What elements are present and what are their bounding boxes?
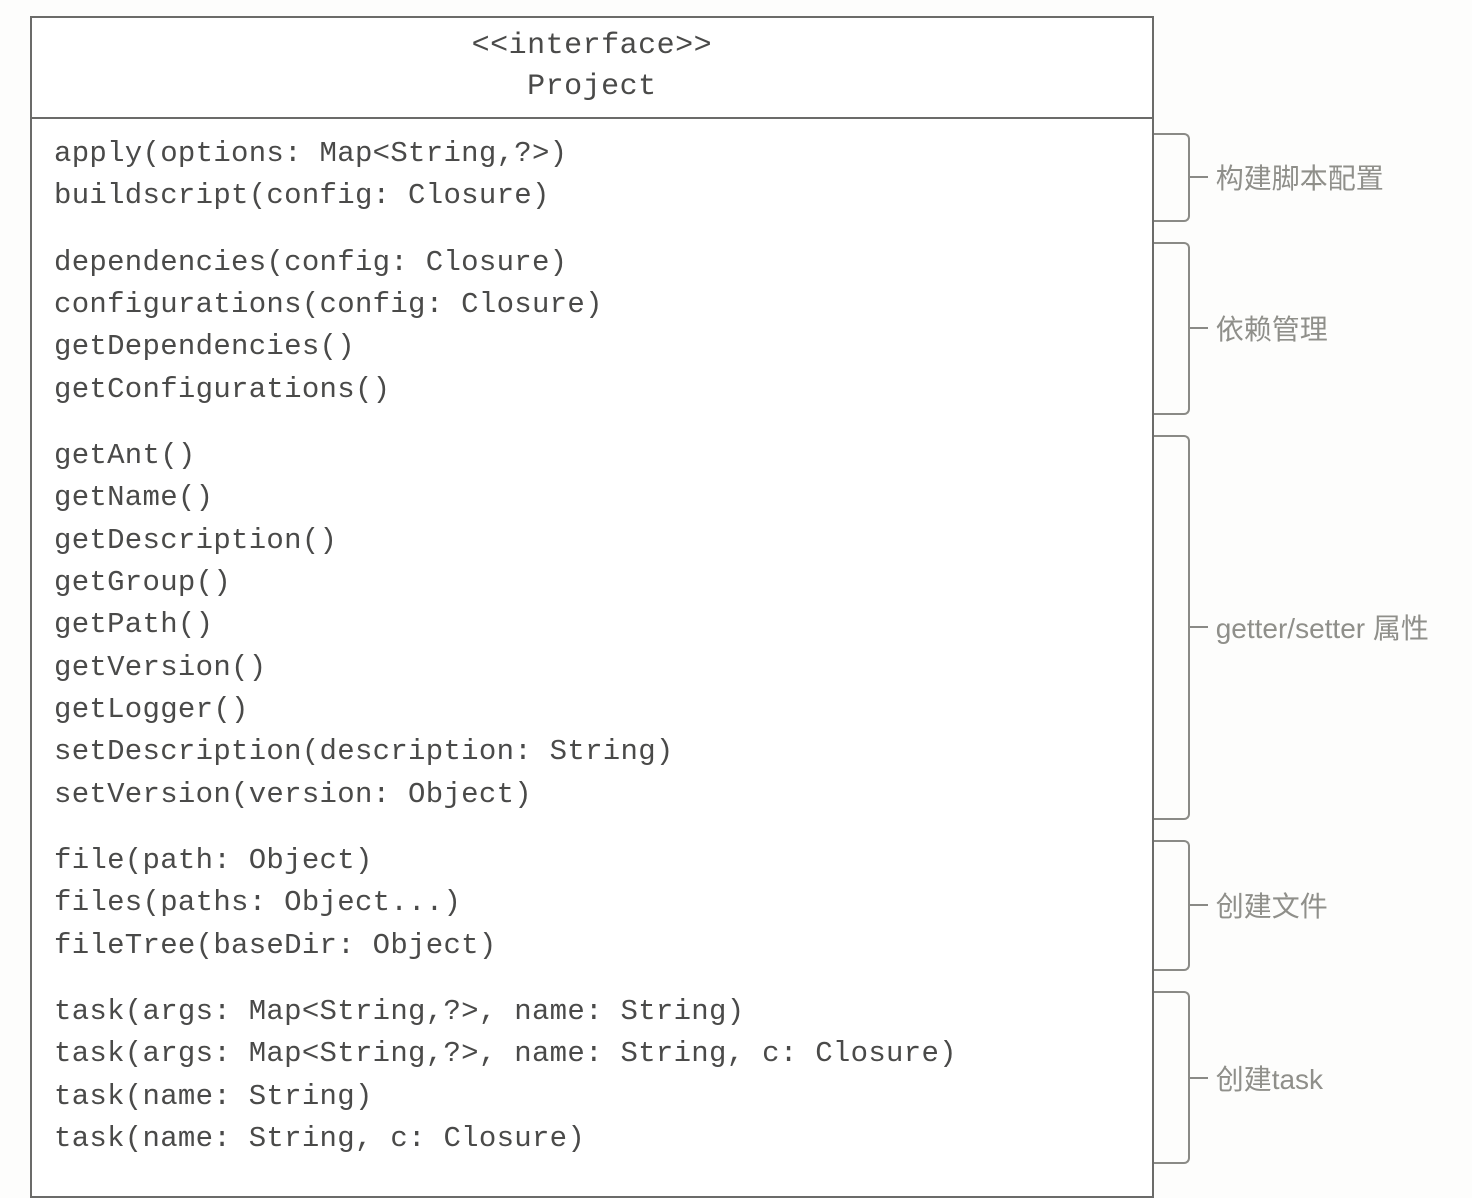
group-annotation: 构建脚本配置 xyxy=(1154,133,1452,222)
group-label: 构建脚本配置 xyxy=(1190,133,1384,222)
method-signature: getAnt() xyxy=(54,435,1130,477)
method-signature: setDescription(description: String) xyxy=(54,731,1130,773)
brace-icon xyxy=(1154,133,1190,222)
method-signature: task(args: Map<String,?>, name: String) xyxy=(54,991,1130,1033)
group-label: 创建文件 xyxy=(1190,840,1328,971)
uml-diagram: <<interface>> Project apply(options: Map… xyxy=(0,0,1472,1158)
method-signature: setVersion(version: Object) xyxy=(54,774,1130,816)
uml-header: <<interface>> Project xyxy=(32,18,1152,119)
method-signature: apply(options: Map<String,?>) xyxy=(54,133,1130,175)
group-annotation: 创建文件 xyxy=(1154,840,1452,971)
method-signature: getLogger() xyxy=(54,689,1130,731)
method-signature: fileTree(baseDir: Object) xyxy=(54,925,1130,967)
method-signature: buildscript(config: Closure) xyxy=(54,175,1130,217)
method-signature: task(name: String, c: Closure) xyxy=(54,1118,1130,1160)
method-group: apply(options: Map<String,?>)buildscript… xyxy=(54,127,1130,236)
group-annotation: 依赖管理 xyxy=(1154,242,1452,415)
method-signature: getVersion() xyxy=(54,647,1130,689)
method-group: file(path: Object)files(paths: Object...… xyxy=(54,834,1130,985)
uml-stereotype: <<interface>> xyxy=(32,26,1152,67)
method-signature: getDescription() xyxy=(54,520,1130,562)
method-signature: getConfigurations() xyxy=(54,369,1130,411)
method-signature: files(paths: Object...) xyxy=(54,882,1130,924)
method-signature: dependencies(config: Closure) xyxy=(54,242,1130,284)
uml-class-box: <<interface>> Project apply(options: Map… xyxy=(30,16,1154,1198)
method-signature: task(args: Map<String,?>, name: String, … xyxy=(54,1033,1130,1075)
annotations-column: 构建脚本配置依赖管理 getter/setter 属性创建文件创建task xyxy=(1154,16,1452,1198)
method-signature: getPath() xyxy=(54,604,1130,646)
method-group: getAnt()getName()getDescription()getGrou… xyxy=(54,429,1130,834)
method-group: task(args: Map<String,?>, name: String)t… xyxy=(54,985,1130,1178)
brace-icon xyxy=(1154,435,1190,820)
brace-icon xyxy=(1154,840,1190,971)
brace-icon xyxy=(1154,991,1190,1164)
method-signature: getName() xyxy=(54,477,1130,519)
group-label: 依赖管理 xyxy=(1190,242,1328,415)
method-signature: getGroup() xyxy=(54,562,1130,604)
uml-class-name: Project xyxy=(32,67,1152,108)
method-signature: task(name: String) xyxy=(54,1076,1130,1118)
brace-icon xyxy=(1154,242,1190,415)
group-annotation: getter/setter 属性 xyxy=(1154,435,1452,820)
method-signature: file(path: Object) xyxy=(54,840,1130,882)
group-label: getter/setter 属性 xyxy=(1190,435,1429,820)
method-signature: getDependencies() xyxy=(54,326,1130,368)
method-signature: configurations(config: Closure) xyxy=(54,284,1130,326)
uml-body: apply(options: Map<String,?>)buildscript… xyxy=(32,119,1152,1196)
method-group: dependencies(config: Closure)configurati… xyxy=(54,236,1130,429)
group-annotation: 创建task xyxy=(1154,991,1452,1164)
group-label: 创建task xyxy=(1190,991,1323,1164)
